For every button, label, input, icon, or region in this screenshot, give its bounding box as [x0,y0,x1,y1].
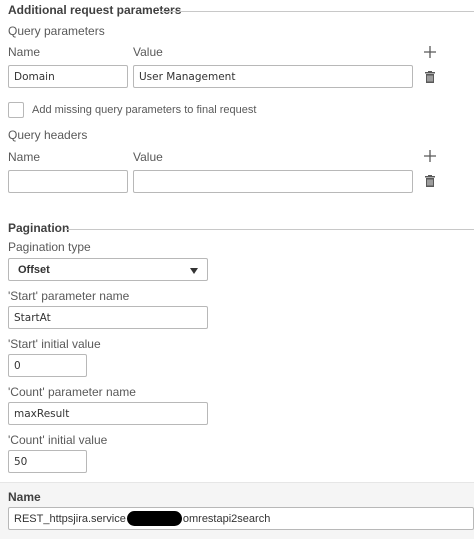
connection-name-input[interactable]: REST_httpsjira.service omrestapi2search [8,507,474,530]
query-header-value-input[interactable] [133,170,413,193]
start-initial-value-input[interactable]: 0 [8,354,87,377]
query-headers-value-column: Value [133,150,163,164]
query-params-value-column: Value [133,45,163,59]
pagination-type-value: Offset [18,263,50,276]
pagination-title: Pagination [8,221,70,235]
start-param-name-label: 'Start' parameter name [8,289,130,303]
count-initial-value-input[interactable]: 50 [8,450,87,473]
plus-icon[interactable] [422,44,438,60]
connection-name-title: Name [8,490,41,504]
query-headers-heading: Query headers [8,128,88,142]
query-header-name-input[interactable] [8,170,128,193]
redaction-mark [126,511,182,526]
query-param-value-input[interactable]: User Management [133,65,413,88]
start-param-name-input[interactable]: StartAt [8,306,208,329]
add-missing-params-checkbox[interactable] [8,102,24,118]
connection-name-value-start: REST_httpsjira.service [14,512,126,525]
pagination-type-label: Pagination type [8,240,91,254]
query-params-name-column: Name [8,45,41,59]
query-headers-name-column: Name [8,150,41,164]
query-params-heading: Query parameters [8,24,105,38]
query-param-name-input[interactable]: Domain [8,65,128,88]
request-params-title: Additional request parameters [8,3,182,17]
count-initial-value-label: 'Count' initial value [8,433,108,447]
chevron-down-icon [190,268,198,274]
add-missing-params-label: Add missing query parameters to final re… [32,104,257,116]
trash-icon[interactable] [422,173,438,189]
trash-icon[interactable] [422,69,438,85]
section-divider [160,11,474,12]
count-param-name-input[interactable]: maxResult [8,402,208,425]
plus-icon[interactable] [422,148,438,164]
start-initial-value-label: 'Start' initial value [8,337,101,351]
count-param-name-label: 'Count' parameter name [8,385,136,399]
section-divider [66,229,474,230]
pagination-type-select[interactable]: Offset [8,258,208,281]
connection-name-value-end: omrestapi2search [182,512,271,525]
